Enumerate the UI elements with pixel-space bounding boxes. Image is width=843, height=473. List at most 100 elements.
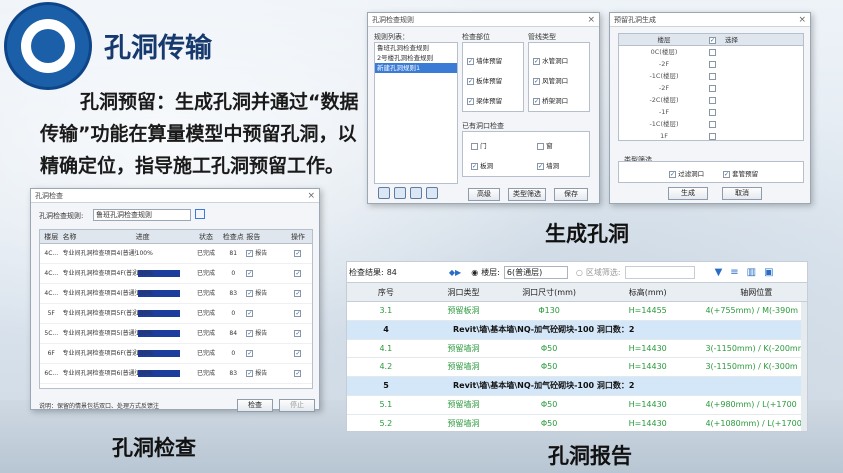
check-row[interactable]: 6F专业间孔洞检查项目6F(普通型)...100%已完成0✓ ✓	[40, 344, 312, 377]
check-row[interactable]: 5C...专业间孔洞检查项目5(普通型)...100%已完成84✓ 报告✓	[40, 324, 312, 357]
floor-row[interactable]: 1F	[619, 130, 803, 140]
existing-item[interactable]: ✓ 板洞	[471, 160, 493, 170]
cancel-button[interactable]: 取消	[722, 187, 762, 200]
row-report[interactable]: ✓ 报告	[246, 324, 284, 343]
close-icon[interactable]: ×	[307, 189, 315, 203]
floor-checkbox[interactable]	[709, 118, 725, 130]
generate-button[interactable]: 生成	[668, 187, 708, 200]
row-action[interactable]: ✓	[284, 244, 312, 263]
row-report[interactable]: ✓ 报告	[246, 364, 284, 383]
floor-checkbox[interactable]	[709, 130, 725, 140]
floor-checkbox[interactable]	[709, 70, 725, 82]
row-action[interactable]: ✓	[284, 324, 312, 343]
floor-checkbox[interactable]	[709, 46, 725, 58]
floor-row[interactable]: 0C(楼层)	[619, 46, 803, 58]
region-radio[interactable]: ○	[576, 268, 583, 277]
check-row[interactable]: 4C...专业间孔洞检查项目4F(普通型)...100%已完成0✓ ✓	[40, 264, 312, 297]
report-row[interactable]: 5.2 预留墙洞 Φ50 H=14430 4(+1080mm) / L(+1700	[347, 415, 807, 431]
check-row[interactable]: 6C...专业间孔洞检查项目6(普通型)...100% 已完成 83 ✓ 报告✓	[40, 364, 312, 384]
row-action[interactable]: ✓	[284, 344, 312, 363]
report-row[interactable]: 3.1 预留板洞 Φ130 H=14455 4(+755mm) / M(-390m	[347, 302, 807, 321]
report-scrollbar[interactable]	[801, 302, 807, 431]
row-count: 84	[229, 330, 238, 337]
floor-row[interactable]: -1F	[619, 106, 803, 118]
check-row[interactable]: 4C...专业间孔洞检查项目4(普通型)...100%已完成83✓ 报告✓	[40, 284, 312, 317]
existing-item[interactable]: 窗	[537, 140, 553, 150]
export-icon[interactable]: ▣	[764, 267, 773, 278]
rule-select[interactable]: 鲁班孔洞检查规则	[93, 209, 191, 221]
floor-radio[interactable]: ◉	[471, 268, 478, 277]
option-label: 过滤洞口	[678, 170, 705, 178]
group-row[interactable]: 4 Revit\墙\基本墙\NQ-加气砼砌块-100 洞口数：2	[347, 320, 807, 340]
close-icon[interactable]: ×	[798, 13, 806, 27]
floor-row[interactable]: -1C(楼层)	[619, 70, 803, 82]
advanced-button[interactable]: 高级	[468, 188, 500, 201]
floor-row[interactable]: -2C(楼层)	[619, 94, 803, 106]
row-action[interactable]: ✓	[284, 304, 312, 323]
delete-icon[interactable]	[426, 187, 438, 199]
pipe-item[interactable]: ✓ 桥架洞口	[533, 95, 568, 105]
arrows-icon[interactable]: ◆▶	[449, 268, 461, 277]
existing-label: 已有洞口检查	[462, 122, 504, 130]
check-row[interactable]: 7F专业间孔洞检查项目7F(普通型)...100%已完成0✓ ✓	[40, 384, 312, 388]
rule-item-selected[interactable]: 新建孔洞规则1	[375, 63, 457, 73]
header-checkbox[interactable]: ✓	[709, 34, 725, 45]
row-count: 81	[229, 250, 238, 257]
rule-item[interactable]: 鲁班孔洞检查规则	[375, 43, 457, 53]
floor-checkbox[interactable]	[709, 82, 725, 94]
row-action[interactable]: ✓	[284, 384, 312, 388]
row-report[interactable]: ✓	[246, 344, 284, 363]
edit-icon[interactable]	[410, 187, 422, 199]
columns-icon[interactable]: ▥	[747, 267, 756, 278]
floor-checkbox[interactable]	[709, 58, 725, 70]
row-report[interactable]: ✓ 报告	[246, 284, 284, 303]
row-report[interactable]: ✓	[246, 304, 284, 323]
check-item[interactable]: ✓ 梁体预留	[467, 95, 502, 105]
row-action[interactable]: ✓	[284, 284, 312, 303]
floor-checkbox[interactable]	[709, 106, 725, 118]
existing-item[interactable]: ✓ 墙洞	[537, 160, 559, 170]
row-report[interactable]: ✓ 报告	[246, 244, 284, 263]
existing-item[interactable]: 门	[471, 140, 487, 150]
report-row[interactable]: 5.1 预留墙洞 Φ50 H=14430 4(+980mm) / L(+1700	[347, 396, 807, 415]
row-progress: 100%	[136, 324, 192, 357]
floor-select[interactable]: 6(普通层)	[503, 265, 568, 279]
pipe-item-label: 桥架洞口	[542, 97, 569, 105]
floor-checkbox[interactable]	[709, 94, 725, 106]
check-item[interactable]: ✓ 板体预留	[467, 75, 502, 85]
rule-item[interactable]: 2号楼孔洞检查规则	[375, 53, 457, 63]
slide-description: 孔洞预留：生成孔洞并通过“数据传输”功能在算量模型中预留孔洞，以精确定位，指导施…	[40, 91, 359, 177]
type-filter-button[interactable]: 类型筛选	[508, 188, 546, 201]
close-icon[interactable]: ×	[587, 13, 595, 27]
row-report-label: 报告	[255, 330, 268, 337]
list-icon[interactable]: ≡	[730, 267, 738, 278]
sleeve-option[interactable]: ✓ 套管预留	[723, 168, 758, 178]
stop-button[interactable]: 停止	[279, 399, 315, 412]
edit-icon[interactable]	[195, 209, 205, 219]
save-button[interactable]: 保存	[554, 188, 588, 201]
row-report[interactable]: ✓	[246, 384, 284, 388]
floor-row[interactable]: -2F	[619, 82, 803, 94]
check-row[interactable]: 5F专业间孔洞检查项目5F(普通型)...100%已完成0✓ ✓	[40, 304, 312, 337]
row-action[interactable]: ✓	[284, 264, 312, 283]
row-report-label: 报告	[255, 250, 268, 257]
filter-icon[interactable]: ▼	[715, 267, 723, 278]
group-row[interactable]: 5 Revit\墙\基本墙\NQ-加气砼砌块-100 洞口数：2	[347, 377, 807, 396]
check-button[interactable]: 检查	[237, 399, 273, 412]
floor-row[interactable]: -2F	[619, 58, 803, 70]
existing-item-label: 窗	[546, 142, 553, 150]
row-report[interactable]: ✓	[246, 264, 284, 283]
row-name: 专业间孔洞检查项目7F(普通型)...	[63, 384, 136, 388]
pipe-item[interactable]: ✓ 水管洞口	[533, 55, 568, 65]
row-action[interactable]: ✓	[284, 364, 312, 383]
pipe-item[interactable]: ✓ 风管洞口	[533, 75, 568, 85]
add-icon[interactable]	[378, 187, 390, 199]
copy-icon[interactable]	[394, 187, 406, 199]
check-item[interactable]: ✓ 墙体预留	[467, 55, 502, 65]
report-row[interactable]: 4.1 预留墙洞 Φ50 H=14430 3(-1150mm) / K(-200mm)	[347, 340, 807, 359]
check-row[interactable]: 4C...专业间孔洞检查项目4(普通型)...100%已完成81✓ 报告✓	[40, 244, 312, 277]
region-select[interactable]	[624, 265, 695, 279]
report-row[interactable]: 4.2 预留墙洞 Φ50 H=14430 3(-1150mm) / K(-300m	[347, 358, 807, 378]
floor-row[interactable]: -1C(楼层)	[619, 118, 803, 130]
filter-opening-option[interactable]: ✓ 过滤洞口	[669, 168, 704, 178]
